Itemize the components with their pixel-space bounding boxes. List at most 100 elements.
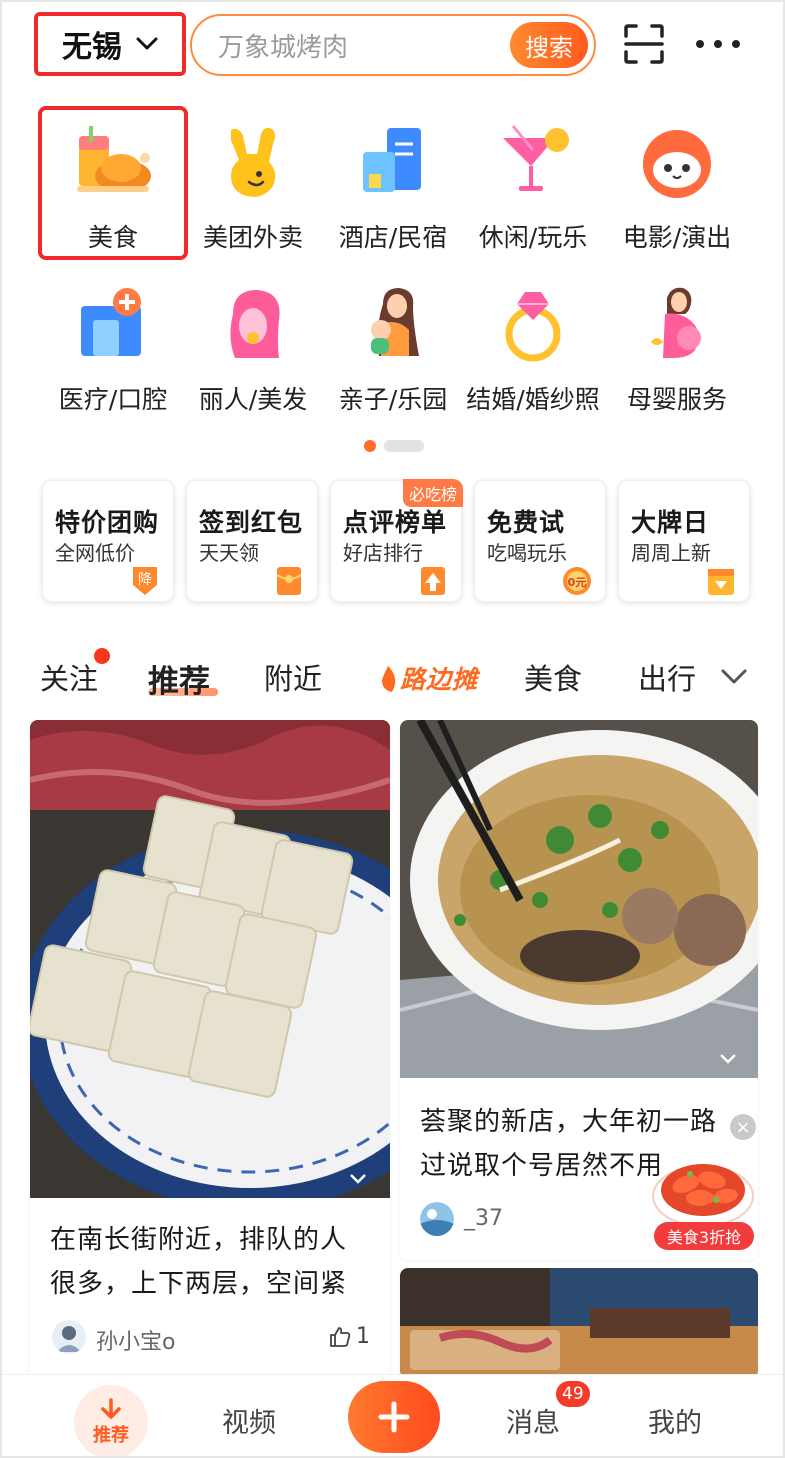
movie-icon [643, 130, 711, 198]
card-title-line: 很多，上下两层，空间紧 [50, 1269, 348, 1299]
feed-card-left[interactable]: 在南长街附近，排队的人 很多，上下两层，空间紧 孙小宝o 1 [30, 720, 390, 1380]
promo-subtitle: 吃喝玩乐 [487, 541, 567, 565]
search-button[interactable]: 搜索 [510, 22, 588, 68]
category-label: 酒店/民宿 [338, 223, 448, 252]
search-button-label: 搜索 [525, 33, 573, 62]
promo-card-free-trial[interactable]: 免费试 吃喝玩乐 0元 [474, 480, 606, 602]
category-label: 亲子/乐园 [338, 385, 448, 414]
promo-subtitle: 好店排行 [343, 541, 423, 565]
category-leisure[interactable]: 休闲/玩乐 [462, 108, 604, 258]
promo-icon-text: 降 [138, 572, 152, 588]
category-hotel[interactable]: 酒店/民宿 [322, 108, 464, 258]
category-medical[interactable]: 医疗/口腔 [42, 270, 184, 420]
category-label: 丽人/美发 [198, 385, 308, 414]
chevron-down-icon[interactable] [720, 668, 748, 686]
tab-follow[interactable]: 关注 [40, 656, 98, 698]
beauty-icon [230, 290, 280, 358]
promo-title: 签到红包 [199, 508, 304, 537]
category-movie[interactable]: 电影/演出 [606, 108, 748, 258]
promo-card-group-buy[interactable]: 特价团购 全网低价 降 [42, 480, 174, 602]
tab-nearby[interactable]: 附近 [264, 656, 322, 698]
flame-icon [382, 666, 396, 692]
more-icon[interactable] [696, 26, 740, 62]
messages-badge: 49 [556, 1381, 590, 1407]
delivery-icon [231, 127, 276, 197]
author-name[interactable]: _37 [464, 1206, 503, 1231]
like-button[interactable]: 1 [328, 1324, 370, 1349]
city-selector[interactable]: 无锡 [34, 12, 186, 76]
promo-subtitle: 全网低价 [55, 541, 135, 565]
search-input[interactable]: 万象城烤肉 [218, 27, 348, 64]
page-indicator-inactive[interactable] [384, 440, 424, 452]
maternity-icon [651, 287, 701, 358]
hotel-icon [363, 128, 421, 192]
category-label: 美团外卖 [202, 223, 303, 252]
notification-dot [94, 648, 110, 664]
tab-street-food[interactable]: 路边摊 [400, 660, 478, 696]
card-title-line: 在南长街附近，排队的人 [50, 1225, 348, 1255]
category-label: 电影/演出 [622, 223, 732, 252]
promo-title: 大牌日 [631, 508, 710, 537]
promo-subtitle: 天天领 [199, 541, 259, 565]
plus-icon [378, 1401, 410, 1433]
category-label: 母婴服务 [626, 385, 727, 414]
category-label: 美食 [87, 223, 138, 252]
category-family[interactable]: 亲子/乐园 [322, 270, 464, 420]
search-bar[interactable]: 万象城烤肉 搜索 [190, 14, 596, 76]
category-delivery[interactable]: 美团外卖 [182, 108, 324, 258]
author-name[interactable]: 孙小宝o [96, 1324, 175, 1356]
nav-video[interactable]: 视频 [222, 1401, 276, 1440]
calendar-diamond-icon [708, 569, 734, 595]
chevron-down-icon[interactable] [718, 1052, 738, 1066]
feed-tabs: 关注 推荐 附近 路边摊 美食 出行 [2, 650, 783, 706]
chevron-down-icon[interactable] [348, 1172, 368, 1186]
promo-subtitle: 周周上新 [631, 541, 711, 565]
food-photo-beef-noodle [400, 720, 758, 1078]
category-food[interactable]: 美食 [42, 108, 184, 258]
card-title-line: 过说取个号居然不用 [420, 1151, 664, 1181]
card-title-line: 荟聚的新店，大年初一路 [420, 1107, 718, 1137]
promo-icon-text: 0元 [568, 576, 587, 589]
promo-card-ranking[interactable]: 必吃榜 点评榜单 好店排行 [330, 479, 463, 602]
page-indicator-active [364, 440, 376, 452]
nav-home-label: 推荐 [93, 1425, 129, 1446]
category-label: 结婚/婚纱照 [466, 385, 600, 414]
nav-messages[interactable]: 消息 [506, 1401, 560, 1440]
promo-card-checkin[interactable]: 签到红包 天天领 [186, 480, 318, 602]
floating-food-promo[interactable]: 美食3折抢 [650, 1140, 756, 1250]
ring-icon [505, 292, 561, 362]
family-icon [371, 288, 419, 356]
tab-food[interactable]: 美食 [524, 656, 582, 698]
food-photo-tofu [30, 720, 390, 1198]
tab-recommend[interactable]: 推荐 [148, 656, 210, 701]
like-count: 1 [356, 1324, 370, 1349]
float-promo-label: 美食3折抢 [654, 1222, 754, 1250]
arrow-up-icon [421, 567, 445, 595]
category-label: 休闲/玩乐 [478, 223, 588, 252]
category-beauty[interactable]: 丽人/美发 [182, 270, 324, 420]
category-maternity[interactable]: 母婴服务 [606, 270, 748, 420]
thumbs-up-icon [330, 1326, 351, 1347]
crayfish-icon [652, 1164, 754, 1227]
nav-home[interactable]: 推荐 [74, 1385, 148, 1456]
price-drop-icon: 降 [133, 567, 157, 595]
category-label: 医疗/口腔 [58, 385, 168, 414]
arrow-down-icon [101, 1398, 121, 1419]
promo-title: 特价团购 [55, 508, 160, 537]
category-wedding[interactable]: 结婚/婚纱照 [462, 270, 604, 420]
feed-card-right-2[interactable] [400, 1268, 758, 1378]
food-photo-bbq [400, 1268, 758, 1378]
tab-travel[interactable]: 出行 [638, 656, 696, 698]
promo-card-brand-day[interactable]: 大牌日 周周上新 [618, 480, 750, 602]
close-float-button[interactable]: × [730, 1114, 756, 1140]
avatar[interactable] [420, 1202, 454, 1236]
add-post-button[interactable] [348, 1381, 440, 1453]
avatar[interactable] [52, 1320, 86, 1354]
scan-icon[interactable] [622, 22, 666, 66]
nav-mine[interactable]: 我的 [648, 1401, 702, 1440]
chevron-down-icon [136, 37, 158, 50]
cocktail-icon [503, 125, 569, 191]
medical-icon [81, 288, 141, 356]
food-icon [77, 126, 151, 192]
app-screen: 无锡 万象城烤肉 搜索 美食 美团外卖 酒店/民宿 休闲/玩乐 电影/演出 医疗… [0, 0, 785, 1458]
